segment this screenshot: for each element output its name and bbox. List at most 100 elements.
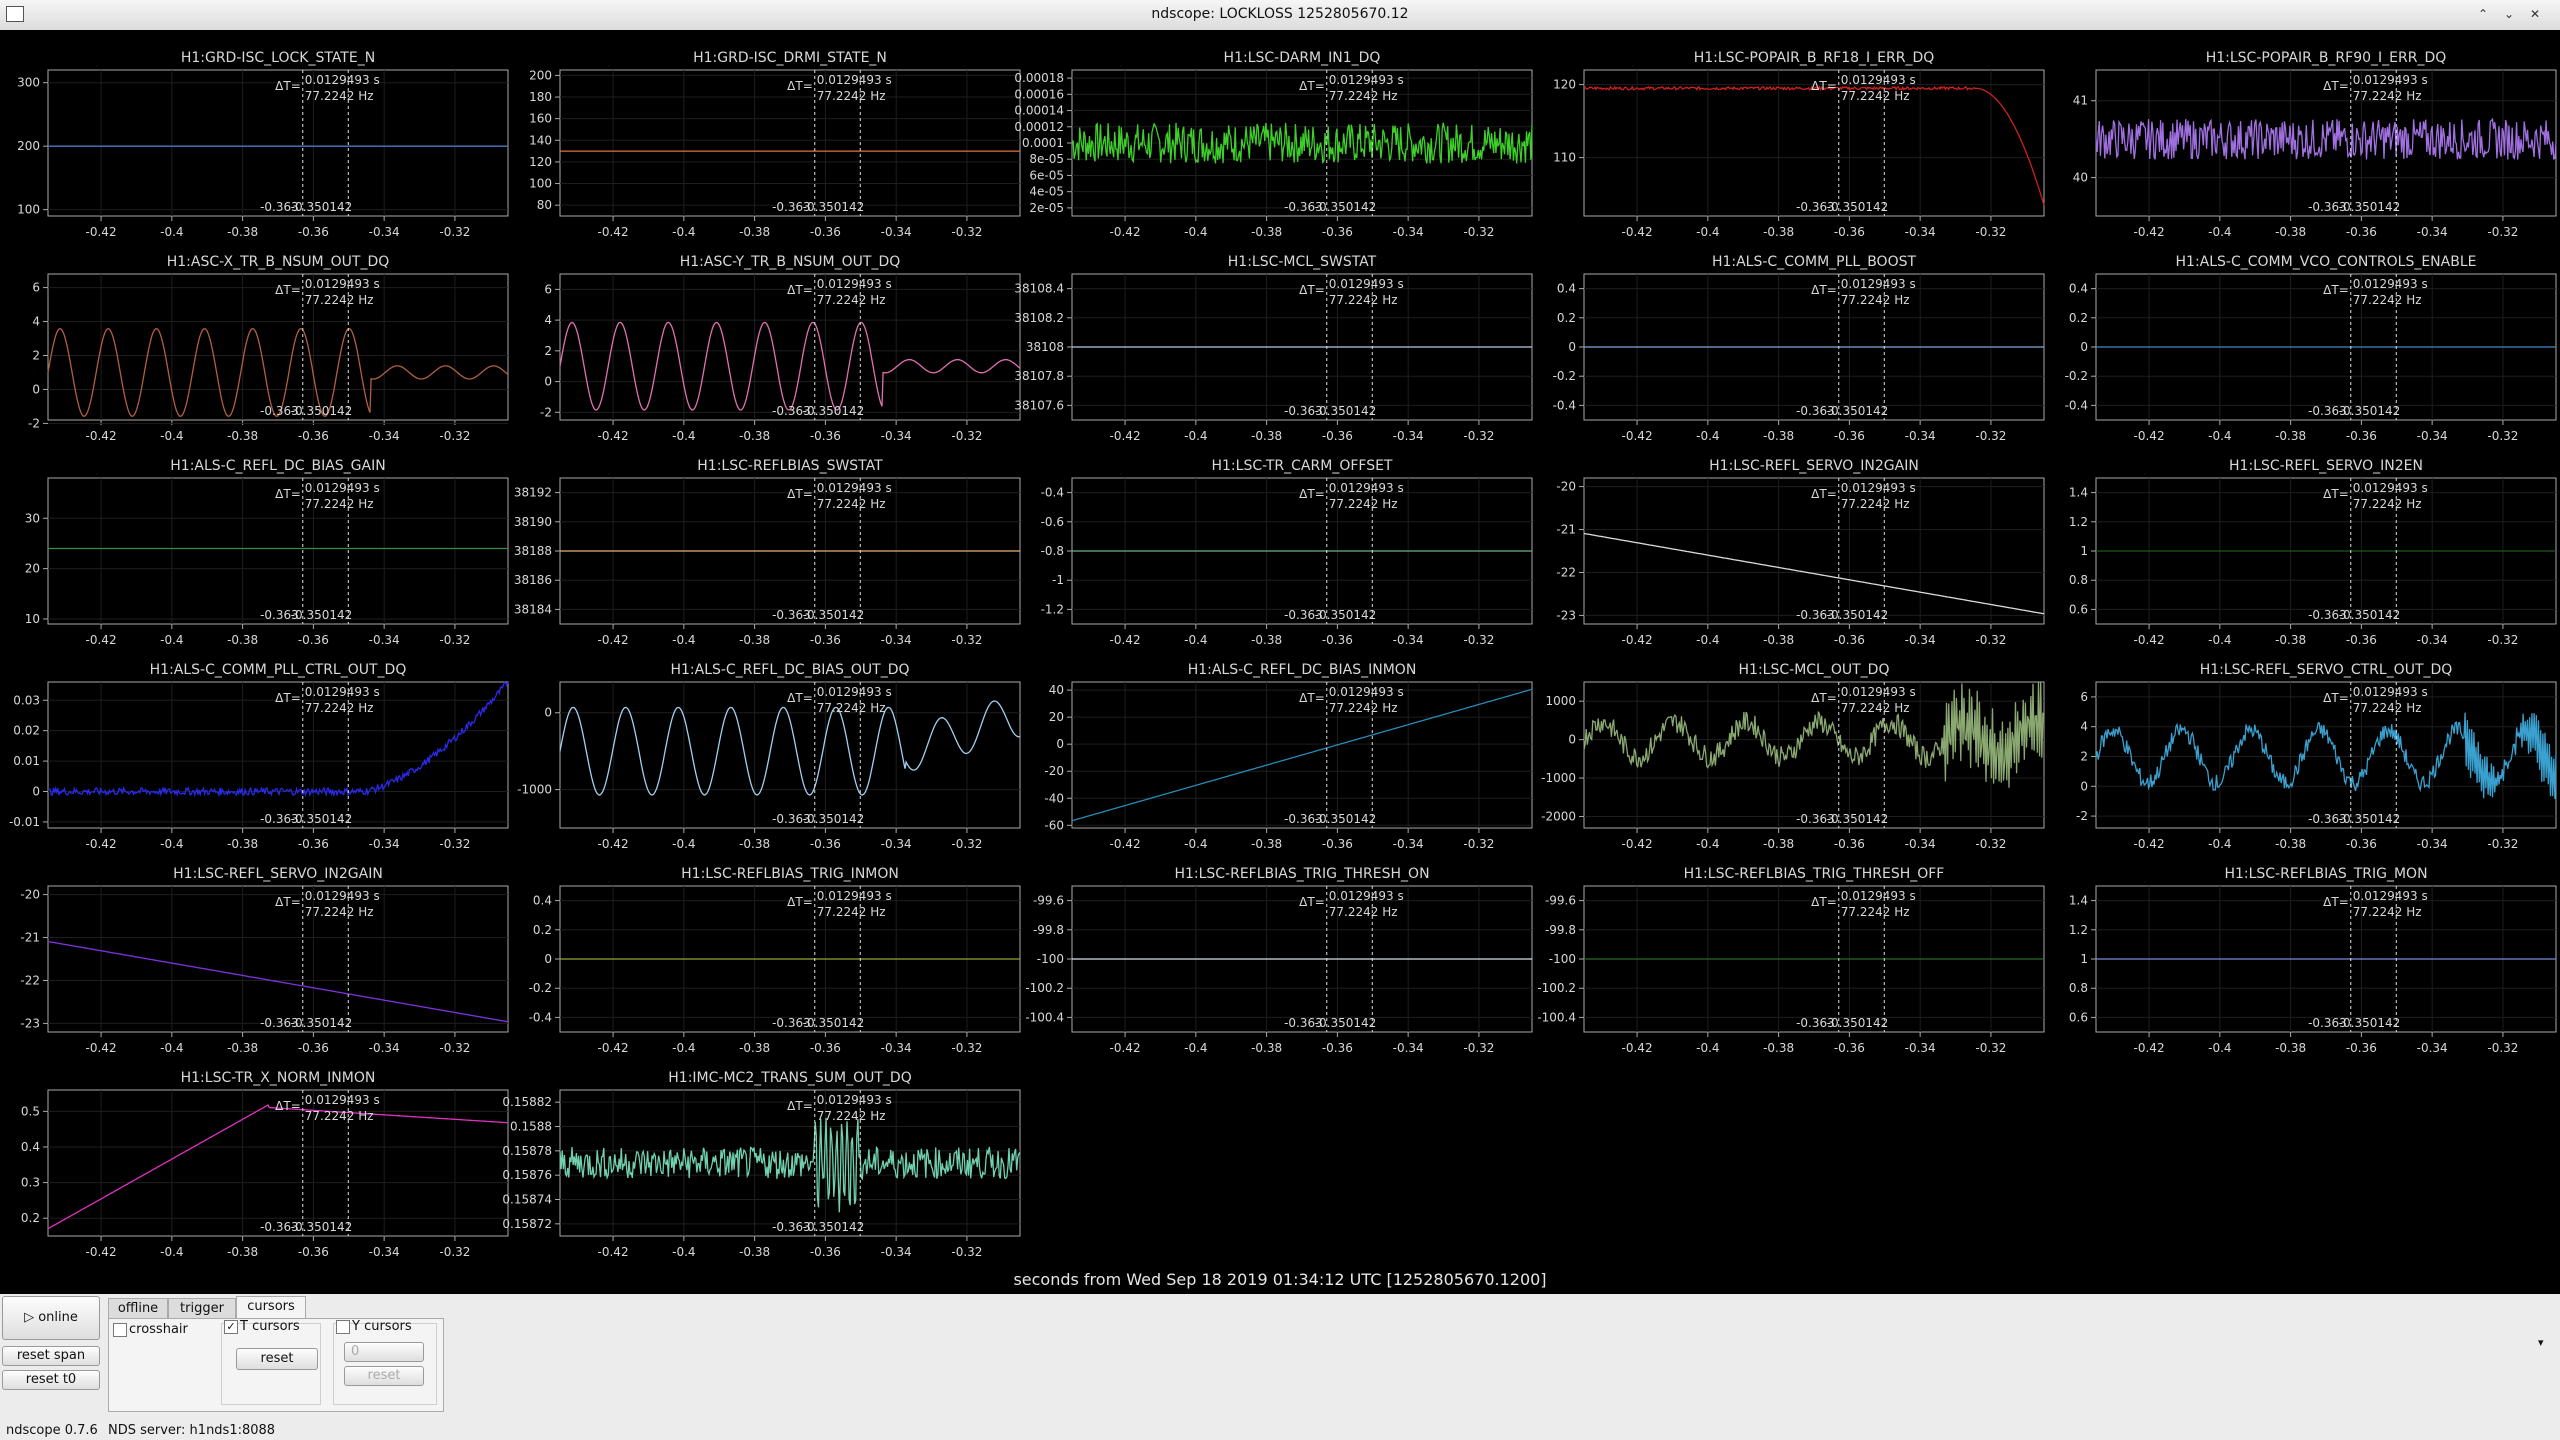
plot-h1-lsc-refl-servo-in2gain[interactable]: H1:LSC-REFL_SERVO_IN2GAIN -0.42 -0.4 -0.38 -… [1556, 458, 2045, 647]
y-tick-label: -1.2 [1041, 602, 1064, 616]
delta-t-value: 0.0129493 s [305, 73, 380, 87]
x-tick-label: -0.32 [1463, 429, 1494, 443]
x-tick-label: -0.42 [1622, 1041, 1653, 1055]
y-tick-label: 38188 [514, 544, 552, 558]
plot-h1-als-c-comm-vco-controls-enable[interactable]: H1:ALS-C_COMM_VCO_CONTROLS_ENABLE -0.42 -0… [2065, 254, 2557, 443]
plot-h1-lsc-tr-x-norm-inmon[interactable]: H1:LSC-TR_X_NORM_INMON -0.42 -0.4 -0.38 -0.3… [21, 1070, 509, 1259]
t-cursors-checkbox[interactable]: ✓ [224, 1320, 238, 1334]
y-cursor-value-field[interactable]: 0 [344, 1342, 424, 1362]
x-tick-label: -0.38 [2275, 225, 2306, 239]
plot-h1-asc-y-tr-b-nsum-out-dq[interactable]: H1:ASC-Y_TR_B_NSUM_OUT_DQ -0.42 -0.4 -0.38 -… [540, 254, 1021, 443]
plot-h1-lsc-popair-b-rf90-i-err-dq[interactable]: H1:LSC-POPAIR_B_RF90_I_ERR_DQ -0.42 -0.4 -0… [2073, 50, 2557, 239]
y-cursors-checkbox[interactable] [336, 1320, 350, 1334]
plot-h1-lsc-mcl-swstat[interactable]: H1:LSC-MCL_SWSTAT -0.42 -0.4 -0.38 -0.36 -0.3… [1014, 254, 1533, 443]
delta-t-value: 0.0129493 s [1841, 685, 1916, 699]
plot-h1-lsc-tr-carm-offset[interactable]: H1:LSC-TR_CARM_OFFSET -0.42 -0.4 -0.38 -0.36… [1041, 458, 1533, 647]
x-tick-label: -0.34 [881, 633, 912, 647]
x-tick-label: -0.4 [1696, 633, 1719, 647]
plot-h1-imc-mc2-trans-sum-out-dq[interactable]: H1:IMC-MC2_TRANS_SUM_OUT_DQ -0.42 -0.4 -0.3… [502, 1070, 1021, 1259]
y-tick-label: -2 [28, 416, 40, 430]
x-tick-label: -0.34 [369, 429, 400, 443]
delta-t-prefix: ΔT= [787, 487, 813, 501]
delta-t-prefix: ΔT= [1811, 691, 1837, 705]
plot-h1-als-c-refl-dc-bias-inmon[interactable]: H1:ALS-C_REFL_DC_BIAS_INMON -0.42 -0.4 -0.3… [1044, 662, 1533, 851]
x-tick-label: -0.32 [1975, 429, 2006, 443]
delta-t-value: 0.0129493 s [305, 277, 380, 291]
x-tick-label: -0.4 [1696, 225, 1719, 239]
delta-t-value: 0.0129493 s [2353, 73, 2428, 87]
plot-h1-lsc-reflbias-trig-thresh-off[interactable]: H1:LSC-REFLBIAS_TRIG_THRESH_OFF -0.42 -0.4… [1537, 866, 2045, 1055]
x-tick-label: -0.4 [1184, 225, 1207, 239]
x-tick-label: -0.38 [739, 633, 770, 647]
plot-h1-asc-x-tr-b-nsum-out-dq[interactable]: H1:ASC-X_TR_B_NSUM_OUT_DQ -0.42 -0.4 -0.38 -… [28, 254, 509, 443]
title-bar: ndscope: LOCKLOSS 1252805670.12 ⌃ ⌄ ✕ [0, 0, 2560, 31]
maximize-button[interactable]: ⌄ [2500, 5, 2518, 23]
tab-offline[interactable]: offline [108, 1298, 168, 1318]
plot-h1-als-c-refl-dc-bias-out-dq[interactable]: H1:ALS-C_REFL_DC_BIAS_OUT_DQ -0.42 -0.4 -0.… [517, 662, 1021, 851]
minimize-button[interactable]: ⌃ [2474, 5, 2492, 23]
delta-f-value: 77.2242 Hz [1329, 293, 1398, 307]
t-cursor-2-label: -0.350142 [1315, 200, 1377, 214]
x-tick-label: -0.4 [672, 1041, 695, 1055]
y-tick-label: 38190 [514, 515, 552, 529]
close-button[interactable]: ✕ [2526, 5, 2544, 23]
plot-h1-lsc-reflbias-trig-inmon[interactable]: H1:LSC-REFLBIAS_TRIG_INMON -0.42 -0.4 -0.38… [529, 866, 1021, 1055]
plot-h1-lsc-reflbias-swstat[interactable]: H1:LSC-REFLBIAS_SWSTAT -0.42 -0.4 -0.38 -0.3… [514, 458, 1021, 647]
y-tick-label: 1.2 [2069, 515, 2088, 529]
plot-h1-lsc-refl-servo-in2en[interactable]: H1:LSC-REFL_SERVO_IN2EN -0.42 -0.4 -0.38 -0.… [2069, 458, 2557, 647]
tab-trigger[interactable]: trigger [168, 1298, 236, 1318]
delta-t-prefix: ΔT= [787, 691, 813, 705]
plot-h1-als-c-refl-dc-bias-gain[interactable]: H1:ALS-C_REFL_DC_BIAS_GAIN -0.42 -0.4 -0.38… [25, 458, 509, 647]
plot-title: H1:ALS-C_REFL_DC_BIAS_INMON [1188, 662, 1417, 678]
y-tick-label: -1000 [517, 783, 552, 797]
plot-h1-lsc-reflbias-trig-thresh-on[interactable]: H1:LSC-REFLBIAS_TRIG_THRESH_ON -0.42 -0.4 -… [1025, 866, 1533, 1055]
crosshair-checkbox[interactable] [113, 1323, 127, 1337]
y-tick-label: 0.00018 [1014, 71, 1064, 85]
y-tick-label: -40 [1044, 791, 1064, 805]
plot-h1-als-c-comm-pll-boost[interactable]: H1:ALS-C_COMM_PLL_BOOST -0.42 -0.4 -0.38 -0.… [1553, 254, 2045, 443]
y-tick-label: 0 [544, 706, 552, 720]
plot-title: H1:LSC-MCL_OUT_DQ [1739, 662, 1890, 678]
y-tick-label: 140 [529, 133, 552, 147]
t-cursor-2-label: -0.350142 [2339, 200, 2401, 214]
delta-t-prefix: ΔT= [275, 895, 301, 909]
y-tick-label: 160 [529, 112, 552, 126]
x-tick-label: -0.34 [881, 1041, 912, 1055]
scroll-down-arrow-icon[interactable]: ▾ [2538, 1336, 2544, 1349]
plot-title: H1:LSC-MCL_SWSTAT [1228, 254, 1377, 270]
plot-h1-lsc-refl-servo-ctrl-out-dq[interactable]: H1:LSC-REFL_SERVO_CTRL_OUT_DQ -0.42 -0.4 -0… [2076, 662, 2557, 851]
reset-t0-button[interactable]: reset t0 [2, 1370, 100, 1390]
y-tick-label: 0.4 [1557, 282, 1576, 296]
plot-h1-lsc-refl-servo-in2gain[interactable]: H1:LSC-REFL_SERVO_IN2GAIN -0.42 -0.4 -0.38 -… [20, 866, 509, 1055]
x-tick-label: -0.42 [598, 633, 629, 647]
plot-title: H1:LSC-POPAIR_B_RF18_I_ERR_DQ [1694, 50, 1935, 66]
plot-h1-lsc-mcl-out-dq[interactable]: H1:LSC-MCL_OUT_DQ -0.42 -0.4 -0.38 -0.36 -0.3… [1541, 662, 2045, 851]
x-tick-label: -0.42 [1110, 225, 1141, 239]
plot-h1-lsc-reflbias-trig-mon[interactable]: H1:LSC-REFLBIAS_TRIG_MON -0.42 -0.4 -0.38 -0… [2069, 866, 2557, 1055]
plot-h1-grd-isc-drmi-state-n[interactable]: H1:GRD-ISC_DRMI_STATE_N -0.42 -0.4 -0.38 -0.… [529, 50, 1021, 239]
tab-cursors[interactable]: cursors [236, 1296, 306, 1318]
x-tick-label: -0.32 [439, 1245, 470, 1259]
plot-grid[interactable]: H1:GRD-ISC_LOCK_STATE_N-0.42 -0.4 -0.38 -0.… [0, 30, 2560, 1260]
reset-span-button[interactable]: reset span [2, 1346, 100, 1366]
x-tick-label: -0.4 [1696, 837, 1719, 851]
delta-t-prefix: ΔT= [1299, 487, 1325, 501]
plot-h1-grd-isc-lock-state-n[interactable]: H1:GRD-ISC_LOCK_STATE_N -0.42 -0.4 -0.38 -0.… [17, 50, 509, 239]
x-tick-label: -0.34 [881, 225, 912, 239]
x-tick-label: -0.42 [1110, 633, 1141, 647]
plot-h1-lsc-darm-in1-dq[interactable]: H1:LSC-DARM_IN1_DQ -0.42 -0.4 -0.38 -0.36 -0.… [1014, 50, 1533, 239]
y-cursors-reset-button[interactable]: reset [344, 1366, 424, 1386]
x-tick-label: -0.36 [810, 225, 841, 239]
y-tick-label: 40 [2073, 171, 2088, 185]
t-cursors-reset-button[interactable]: reset [236, 1348, 318, 1370]
delta-t-value: 0.0129493 s [2353, 889, 2428, 903]
x-tick-label: -0.34 [881, 1245, 912, 1259]
plot-h1-lsc-popair-b-rf18-i-err-dq[interactable]: H1:LSC-POPAIR_B_RF18_I_ERR_DQ -0.42 -0.4 -0… [1553, 50, 2045, 239]
plot-h1-als-c-comm-pll-ctrl-out-dq[interactable]: H1:ALS-C_COMM_PLL_CTRL_OUT_DQ -0.42 -0.4 -0… [9, 662, 509, 851]
t-cursor-2-label: -0.350142 [291, 200, 353, 214]
x-tick-label: -0.42 [2134, 225, 2165, 239]
online-button[interactable]: ▷ online [2, 1296, 100, 1340]
y-tick-label: 6e-05 [1029, 168, 1064, 182]
plot-area[interactable]: H1:GRD-ISC_LOCK_STATE_N -0.42 -0.4 -0.38 -0.… [0, 30, 2560, 1294]
x-tick-label: -0.42 [2134, 837, 2165, 851]
